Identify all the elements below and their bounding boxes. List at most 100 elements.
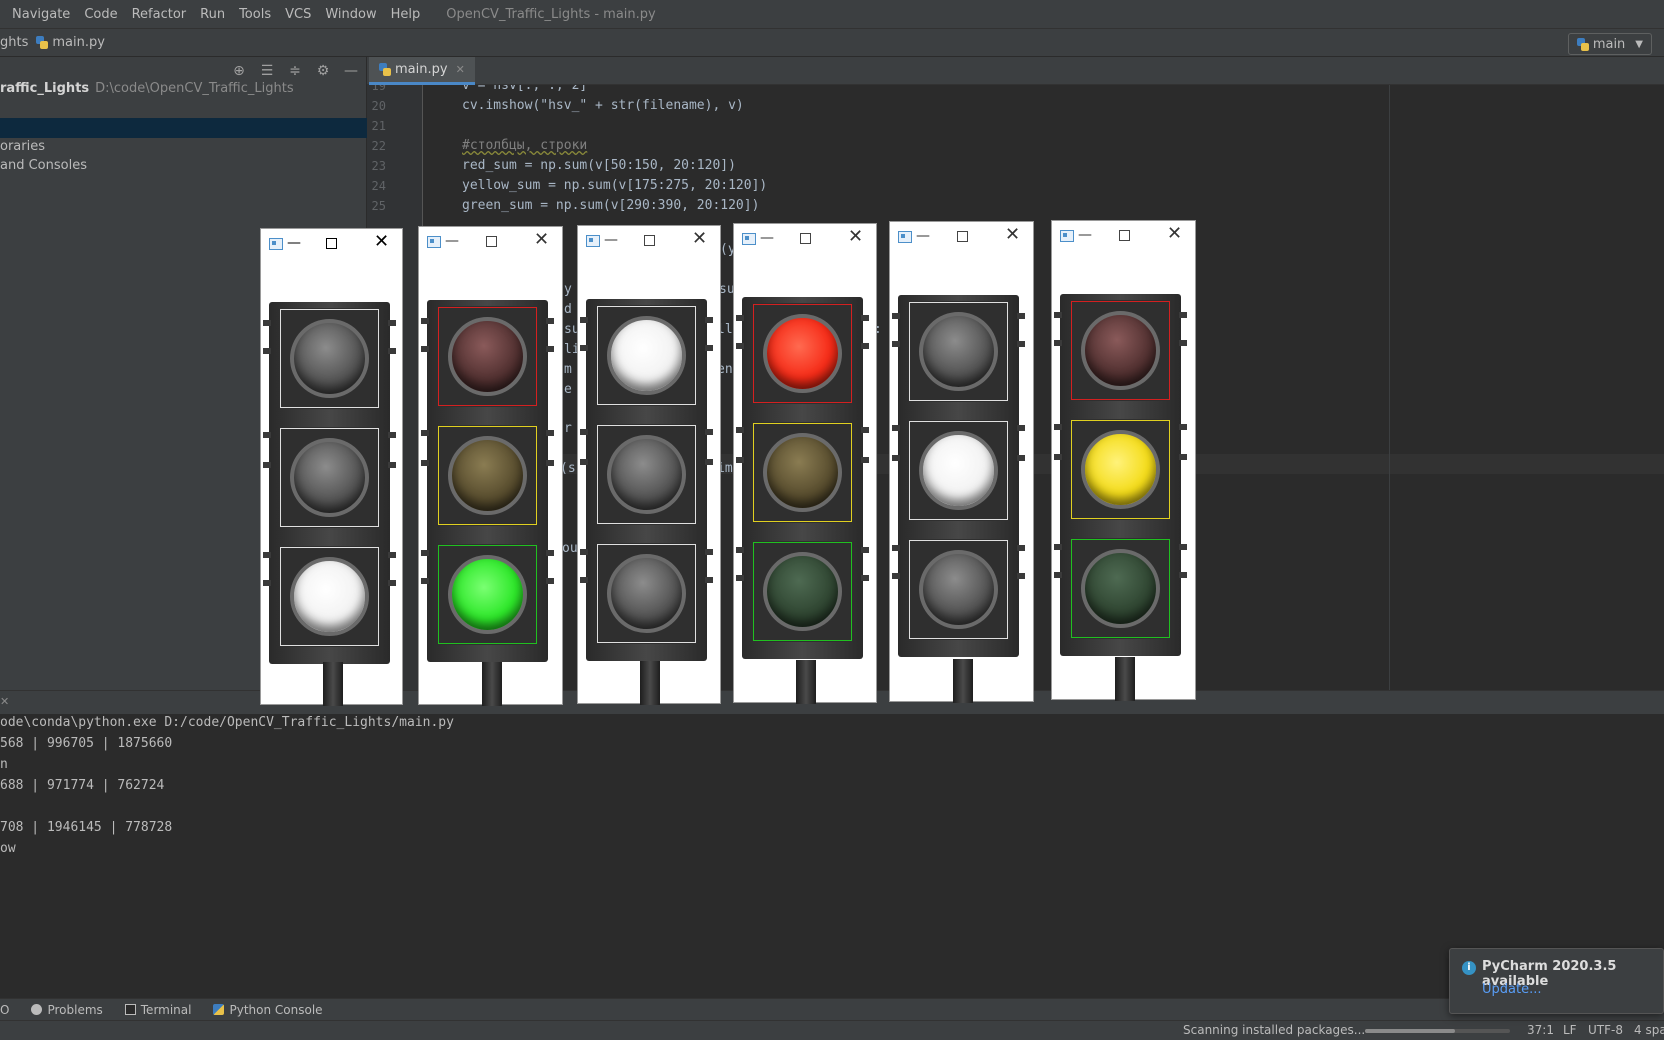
housing-bracket [546, 318, 554, 324]
expand-all-icon[interactable]: ☰ [259, 63, 275, 79]
housing-bracket [580, 317, 588, 323]
hide-panel-icon[interactable]: — [343, 63, 359, 79]
line-number: 21 [371, 119, 386, 133]
housing-bracket [263, 462, 271, 468]
status-line-separator[interactable]: LF [1563, 1023, 1577, 1037]
housing-bracket [388, 432, 396, 438]
menu-vcs[interactable]: VCS [285, 7, 311, 22]
maximize-icon[interactable] [800, 233, 811, 244]
locate-file-icon[interactable]: ⊕ [231, 63, 247, 79]
python-console-icon [213, 1004, 225, 1015]
run-console-output[interactable]: ode\conda\python.exe D:/code/OpenCV_Traf… [0, 714, 1664, 998]
collapse-all-icon[interactable]: ≑ [287, 63, 303, 79]
status-encoding[interactable]: UTF-8 [1588, 1023, 1623, 1037]
housing-bracket [861, 547, 869, 553]
traffic-light-pole [322, 662, 343, 706]
gear-icon[interactable]: ⚙ [315, 63, 331, 79]
close-icon[interactable]: ✕ [374, 232, 389, 252]
code-line: yellow_sum = np.sum(v[175:275, 20:120]) [462, 178, 768, 193]
menu-window[interactable]: Window [325, 7, 376, 22]
housing-bracket [388, 462, 396, 468]
tab-main-py[interactable]: main.py ✕ [369, 57, 475, 85]
console-line: ow [0, 841, 16, 856]
maximize-icon[interactable] [1119, 230, 1130, 241]
maximize-icon[interactable] [957, 231, 968, 242]
tab-problems[interactable]: Problems [31, 1003, 103, 1017]
housing-bracket [263, 320, 271, 326]
close-icon[interactable]: ✕ [456, 63, 465, 76]
housing-bracket [705, 317, 713, 323]
housing-bracket [388, 580, 396, 586]
opencv-image-window[interactable]: — ✕ [889, 221, 1034, 703]
traffic-light-housing [1054, 294, 1187, 656]
code-fragment: m [564, 362, 572, 377]
status-caret-position[interactable]: 37:1 [1527, 1023, 1554, 1037]
housing-bracket [580, 577, 588, 583]
tree-item-selected[interactable] [0, 118, 367, 138]
tab-python-console[interactable]: Python Console [213, 1003, 323, 1017]
update-link[interactable]: Update... [1482, 982, 1541, 997]
housing-bracket [421, 430, 429, 436]
menu-code[interactable]: Code [84, 7, 117, 22]
tree-item-scratches-consoles[interactable]: and Consoles [0, 156, 367, 176]
breadcrumb-project[interactable]: ghts [0, 35, 28, 50]
maximize-icon[interactable] [326, 238, 337, 249]
close-icon[interactable]: ✕ [848, 227, 863, 247]
close-icon[interactable]: ✕ [1005, 225, 1020, 245]
console-line: 708 | 1946145 | 778728 [0, 820, 173, 835]
housing-bracket [1179, 340, 1187, 346]
minimize-icon[interactable]: — [287, 235, 301, 251]
minimize-icon[interactable]: — [445, 233, 459, 249]
menu-help[interactable]: Help [391, 7, 421, 22]
close-icon[interactable]: ✕ [692, 229, 707, 249]
opencv-image-window[interactable]: — ✕ [733, 223, 877, 704]
menu-tools[interactable]: Tools [239, 7, 271, 22]
minimize-icon[interactable]: — [916, 228, 930, 244]
menu-run[interactable]: Run [200, 7, 225, 22]
lamp-cell [596, 543, 697, 644]
lamp-cell [1070, 300, 1171, 401]
housing-bracket [861, 575, 869, 581]
housing-bracket [546, 460, 554, 466]
detection-box [597, 425, 696, 524]
opencv-image-window[interactable]: — ✕ [577, 225, 721, 705]
opencv-window-titlebar[interactable]: — ✕ [261, 229, 402, 259]
menu-navigate[interactable]: Navigate [12, 7, 70, 22]
opencv-image-window[interactable]: — ✕ [1051, 220, 1196, 701]
maximize-icon[interactable] [644, 235, 655, 246]
maximize-icon[interactable] [486, 236, 497, 247]
tab-terminal[interactable]: Terminal [124, 1003, 191, 1017]
status-indent[interactable]: 4 spa [1634, 1023, 1664, 1037]
code-line: cv.imshow("hsv_" + str(filename), v) [462, 98, 744, 113]
housing-bracket [580, 429, 588, 435]
opencv-window-titlebar[interactable]: — ✕ [734, 224, 876, 254]
editor-tab-bar: main.py ✕ [367, 57, 1664, 85]
terminal-icon [124, 1004, 136, 1015]
close-icon[interactable]: ✕ [0, 695, 9, 708]
opencv-window-titlebar[interactable]: — ✕ [578, 226, 720, 256]
minimize-icon[interactable]: — [604, 232, 618, 248]
run-configuration-selector[interactable]: main ▼ [1567, 33, 1652, 55]
progress-fill [1365, 1029, 1455, 1033]
breadcrumb-file[interactable]: main.py [28, 35, 105, 50]
opencv-window-titlebar[interactable]: — ✕ [1052, 221, 1195, 251]
opencv-window-titlebar[interactable]: — ✕ [890, 222, 1033, 252]
lamp-cell [752, 541, 853, 642]
close-icon[interactable]: ✕ [534, 230, 549, 250]
opencv-image-window[interactable]: — ✕ [418, 226, 563, 706]
status-scanning-text[interactable]: Scanning installed packages... [1183, 1023, 1365, 1037]
breadcrumb-file-label: main.py [52, 35, 105, 50]
minimize-icon[interactable]: — [1078, 227, 1092, 243]
tab-todo[interactable]: O [0, 1003, 9, 1017]
lamp-cell [437, 425, 538, 526]
minimize-icon[interactable]: — [760, 230, 774, 246]
close-icon[interactable]: ✕ [1167, 224, 1182, 244]
detection-box [1071, 420, 1170, 519]
lamp-cell [908, 420, 1009, 521]
menu-refactor[interactable]: Refactor [132, 7, 187, 22]
tree-item-external-libraries[interactable]: oraries [0, 137, 367, 157]
code-fragment: r [564, 421, 572, 436]
tree-item-project-root[interactable]: raffic_Lights D:\code\OpenCV_Traffic_Ligh… [0, 79, 367, 99]
opencv-image-window[interactable]: — ✕ [260, 228, 403, 706]
opencv-window-titlebar[interactable]: — ✕ [419, 227, 562, 257]
